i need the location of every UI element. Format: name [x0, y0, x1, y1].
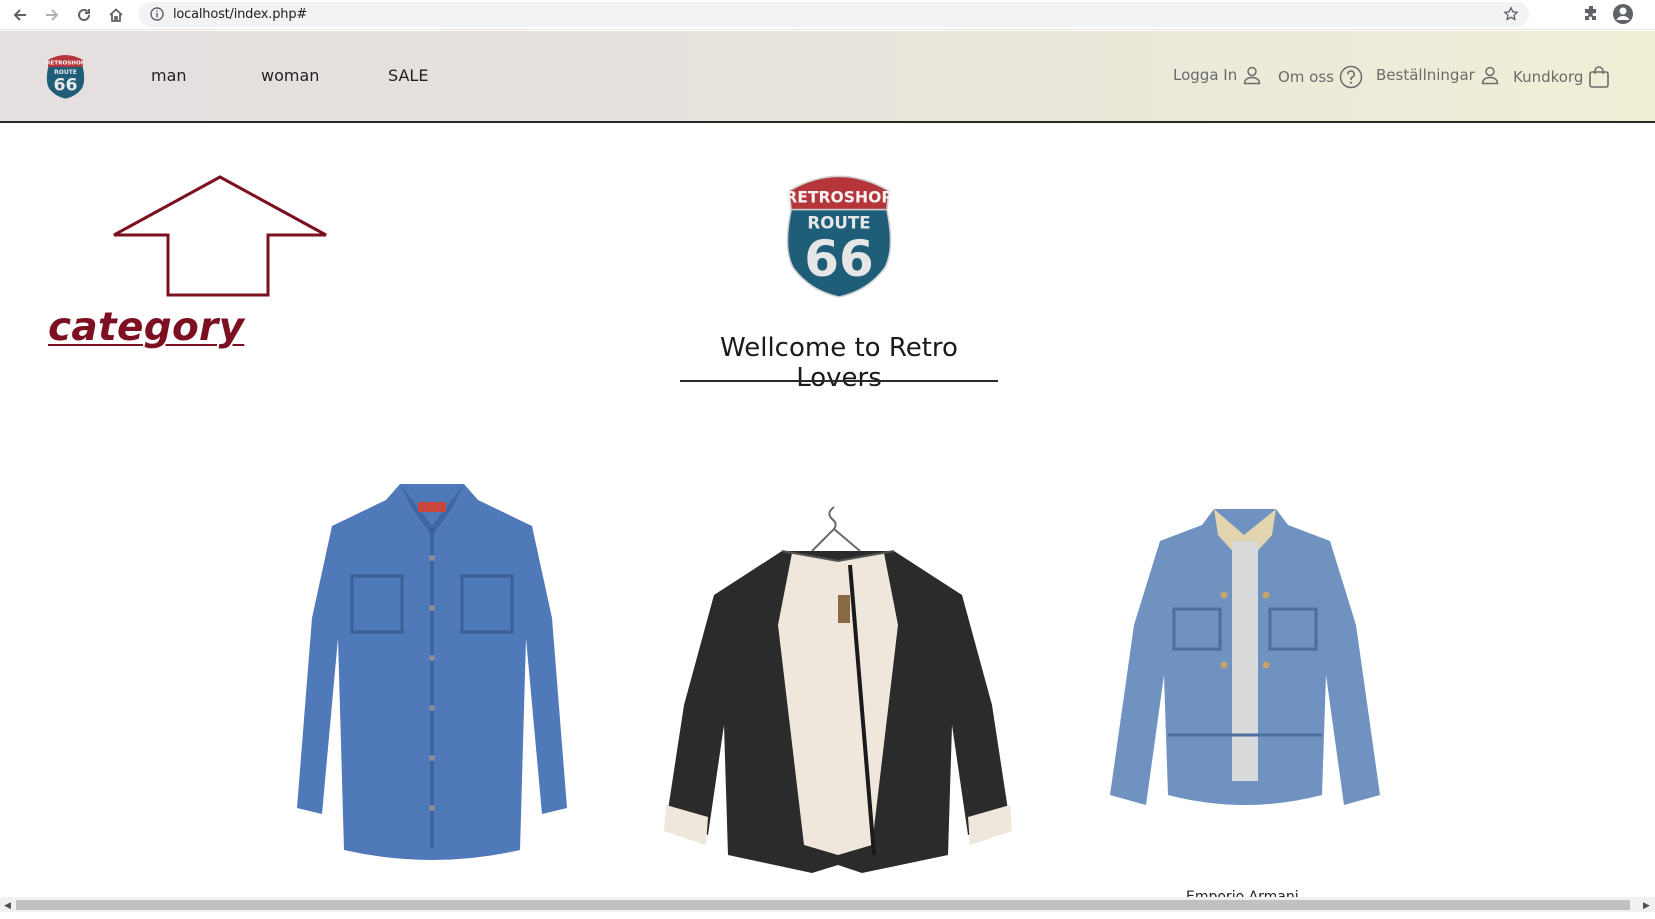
header-logo[interactable]: RETROSHOP ROUTE 66 [42, 52, 89, 104]
about-label: Om oss [1278, 68, 1334, 86]
cart-link[interactable]: Kundkorg [1513, 65, 1610, 89]
nav-man[interactable]: man [151, 66, 187, 85]
product-leather-jacket[interactable] [662, 505, 1014, 880]
scroll-left-icon[interactable]: ◀ [4, 900, 11, 911]
welcome-heading: Wellcome to Retro Lovers [720, 333, 958, 393]
header-logo-mid-text: ROUTE [54, 69, 77, 76]
up-arrow-annotation [113, 175, 327, 297]
product-denim-shirt[interactable] [282, 478, 582, 869]
nav-sale[interactable]: SALE [388, 66, 428, 85]
hero-logo-num-text: 66 [804, 230, 873, 288]
header-logo-num-text: 66 [53, 75, 77, 95]
scroll-right-icon[interactable]: ▶ [1643, 900, 1650, 911]
login-label: Logga In [1173, 66, 1238, 84]
question-icon [1339, 65, 1363, 89]
url-text: localhost/index.php# [173, 7, 308, 22]
denim-jacket-image [1110, 509, 1380, 805]
reload-icon[interactable] [73, 4, 95, 26]
category-annotation: category [48, 305, 245, 350]
user-icon [1481, 66, 1499, 85]
star-icon[interactable] [1503, 6, 1519, 27]
profile-icon[interactable] [1612, 3, 1634, 30]
welcome-underline [680, 380, 998, 382]
browser-toolbar: localhost/index.php# [0, 0, 1655, 30]
user-icon [1243, 66, 1261, 85]
address-bar[interactable]: localhost/index.php# [139, 2, 1529, 27]
orders-link[interactable]: Beställningar [1376, 65, 1500, 85]
header-logo-top-text: RETROSHOP [46, 60, 85, 66]
back-icon[interactable] [9, 4, 31, 26]
bag-icon [1589, 66, 1610, 88]
forward-icon[interactable] [41, 4, 63, 26]
about-link[interactable]: Om oss [1278, 65, 1363, 89]
info-icon[interactable] [150, 7, 164, 26]
site-header: RETROSHOP ROUTE 66 man woman SALE Logga … [0, 31, 1655, 123]
orders-label: Beställningar [1376, 66, 1475, 84]
horizontal-scrollbar[interactable]: ◀ ▶ [0, 897, 1655, 912]
cart-label: Kundkorg [1513, 68, 1584, 86]
hero-logo: RETROSHOP ROUTE 66 [775, 168, 903, 303]
login-link[interactable]: Logga In [1173, 65, 1262, 85]
denim-shirt-image [297, 484, 567, 860]
extensions-icon[interactable] [1582, 4, 1600, 27]
bottom-edge [0, 912, 1655, 919]
product-denim-jacket[interactable] [1104, 505, 1386, 840]
home-icon[interactable] [105, 4, 127, 26]
leather-jacket-image [664, 506, 1012, 873]
nav-woman[interactable]: woman [261, 66, 319, 85]
hero-logo-top-text: RETROSHOP [785, 188, 893, 206]
scrollbar-thumb[interactable] [16, 900, 1630, 910]
